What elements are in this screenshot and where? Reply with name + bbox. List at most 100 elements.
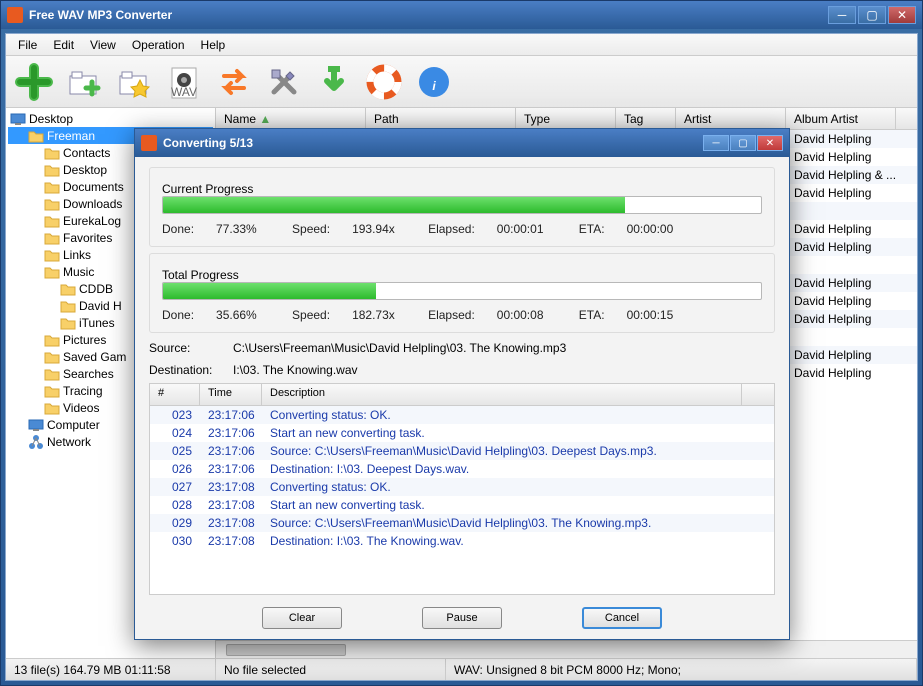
total-done: 35.66% <box>216 308 270 322</box>
folder-icon <box>44 247 60 263</box>
close-button[interactable]: ✕ <box>888 6 916 24</box>
list-header[interactable]: Name ▲PathTypeTagArtistAlbum Artist <box>216 108 917 130</box>
settings-button[interactable] <box>262 60 306 104</box>
log-time: 23:17:08 <box>200 497 262 513</box>
log-row[interactable]: 03023:17:08Destination: I:\03. The Knowi… <box>150 532 774 550</box>
minimize-button[interactable]: ─ <box>828 6 856 24</box>
column-header[interactable]: Type <box>516 108 616 129</box>
tree-item-label: Links <box>63 248 91 262</box>
dialog-maximize-button[interactable]: ▢ <box>730 135 756 151</box>
download-button[interactable] <box>312 60 356 104</box>
cell: David Helpling <box>786 238 896 256</box>
tree-item-label: Searches <box>63 367 114 381</box>
cell: David Helpling <box>786 130 896 148</box>
tree-item-label: Tracing <box>63 384 103 398</box>
total-eta: 00:00:15 <box>627 308 674 322</box>
total-progress-label: Total Progress <box>162 268 239 282</box>
log-num: 028 <box>150 497 200 513</box>
tree-item-label: Contacts <box>63 146 110 160</box>
tree-item-label: Desktop <box>63 163 107 177</box>
current-elapsed: 00:00:01 <box>497 222 557 236</box>
total-progress-bar <box>162 282 762 300</box>
log-row[interactable]: 02923:17:08Source: C:\Users\Freeman\Musi… <box>150 514 774 532</box>
done-label: Done: <box>162 222 194 236</box>
cell <box>786 263 896 267</box>
folder-icon <box>44 383 60 399</box>
log-body[interactable]: 02323:17:06Converting status: OK.02423:1… <box>150 406 774 594</box>
column-header[interactable]: Album Artist <box>786 108 896 129</box>
dialog-minimize-button[interactable]: ─ <box>703 135 729 151</box>
log-row[interactable]: 02323:17:06Converting status: OK. <box>150 406 774 424</box>
tree-root[interactable]: Desktop <box>8 110 213 127</box>
tree-item-label: EurekaLog <box>63 214 121 228</box>
log-row[interactable]: 02723:17:08Converting status: OK. <box>150 478 774 496</box>
dialog-title: Converting 5/13 <box>163 136 703 150</box>
menu-help[interactable]: Help <box>193 35 234 55</box>
log-column-header[interactable]: Time <box>200 384 262 405</box>
titlebar[interactable]: Free WAV MP3 Converter ─ ▢ ✕ <box>1 1 922 29</box>
fav-folder-button[interactable] <box>112 60 156 104</box>
column-header[interactable]: Path <box>366 108 516 129</box>
column-header[interactable]: Name ▲ <box>216 108 366 129</box>
converting-dialog: Converting 5/13 ─ ▢ ✕ Current Progress D… <box>134 128 790 640</box>
help-ring-button[interactable] <box>362 60 406 104</box>
tree-item-label: Pictures <box>63 333 106 347</box>
source-row: Source: C:\Users\Freeman\Music\David Hel… <box>149 341 775 355</box>
tree-item-label: Network <box>47 435 91 449</box>
folder-icon <box>44 400 60 416</box>
cell: David Helpling & ... <box>786 166 896 184</box>
sort-asc-icon: ▲ <box>259 112 271 126</box>
cancel-button[interactable]: Cancel <box>582 607 662 629</box>
dialog-icon <box>141 135 157 151</box>
maximize-button[interactable]: ▢ <box>858 6 886 24</box>
speed-label: Speed: <box>292 308 330 322</box>
dialog-close-button[interactable]: ✕ <box>757 135 783 151</box>
fav-folder-icon <box>114 62 154 102</box>
log-num: 024 <box>150 425 200 441</box>
info-button[interactable]: i <box>412 60 456 104</box>
total-progress-group: Total Progress Done: 35.66% Speed: 182.7… <box>149 253 775 333</box>
folder-icon <box>44 162 60 178</box>
log-header[interactable]: #TimeDescription <box>150 384 774 406</box>
doc-wav-button[interactable]: WAV <box>162 60 206 104</box>
menu-edit[interactable]: Edit <box>45 35 82 55</box>
menu-operation[interactable]: Operation <box>124 35 193 55</box>
column-header[interactable]: Artist <box>676 108 786 129</box>
log-time: 23:17:08 <box>200 533 262 549</box>
tree-item-label: Music <box>63 265 94 279</box>
tree-item-label: David H <box>79 299 122 313</box>
h-scrollbar[interactable] <box>216 640 917 658</box>
status-right: WAV: Unsigned 8 bit PCM 8000 Hz; Mono; <box>446 659 917 680</box>
tree-item-label: Freeman <box>47 129 95 143</box>
info-icon: i <box>414 62 454 102</box>
folder-icon <box>60 315 76 331</box>
tree-item-label: Videos <box>63 401 99 415</box>
elapsed-label: Elapsed: <box>428 308 475 322</box>
log-row[interactable]: 02423:17:06Start an new converting task. <box>150 424 774 442</box>
log-desc: Start an new converting task. <box>262 497 742 513</box>
log-column-header[interactable]: Description <box>262 384 742 405</box>
column-header[interactable]: Tag <box>616 108 676 129</box>
menu-view[interactable]: View <box>82 35 124 55</box>
add-folder-button[interactable] <box>62 60 106 104</box>
log-row[interactable]: 02623:17:06Destination: I:\03. Deepest D… <box>150 460 774 478</box>
menu-file[interactable]: File <box>10 35 45 55</box>
dialog-titlebar[interactable]: Converting 5/13 ─ ▢ ✕ <box>135 129 789 157</box>
clear-button[interactable]: Clear <box>262 607 342 629</box>
cell <box>786 209 896 213</box>
add-folder-icon <box>64 62 104 102</box>
add-icon <box>14 62 54 102</box>
add-button[interactable] <box>12 60 56 104</box>
settings-icon <box>264 62 304 102</box>
folder-icon <box>60 298 76 314</box>
log-column-header[interactable]: # <box>150 384 200 405</box>
folder-icon <box>44 145 60 161</box>
pause-button[interactable]: Pause <box>422 607 502 629</box>
current-progress-bar <box>162 196 762 214</box>
log-row[interactable]: 02523:17:06Source: C:\Users\Freeman\Musi… <box>150 442 774 460</box>
convert-button[interactable] <box>212 60 256 104</box>
network-icon <box>28 434 44 450</box>
current-progress-label: Current Progress <box>162 182 253 196</box>
log-row[interactable]: 02823:17:08Start an new converting task. <box>150 496 774 514</box>
log-time: 23:17:06 <box>200 407 262 423</box>
